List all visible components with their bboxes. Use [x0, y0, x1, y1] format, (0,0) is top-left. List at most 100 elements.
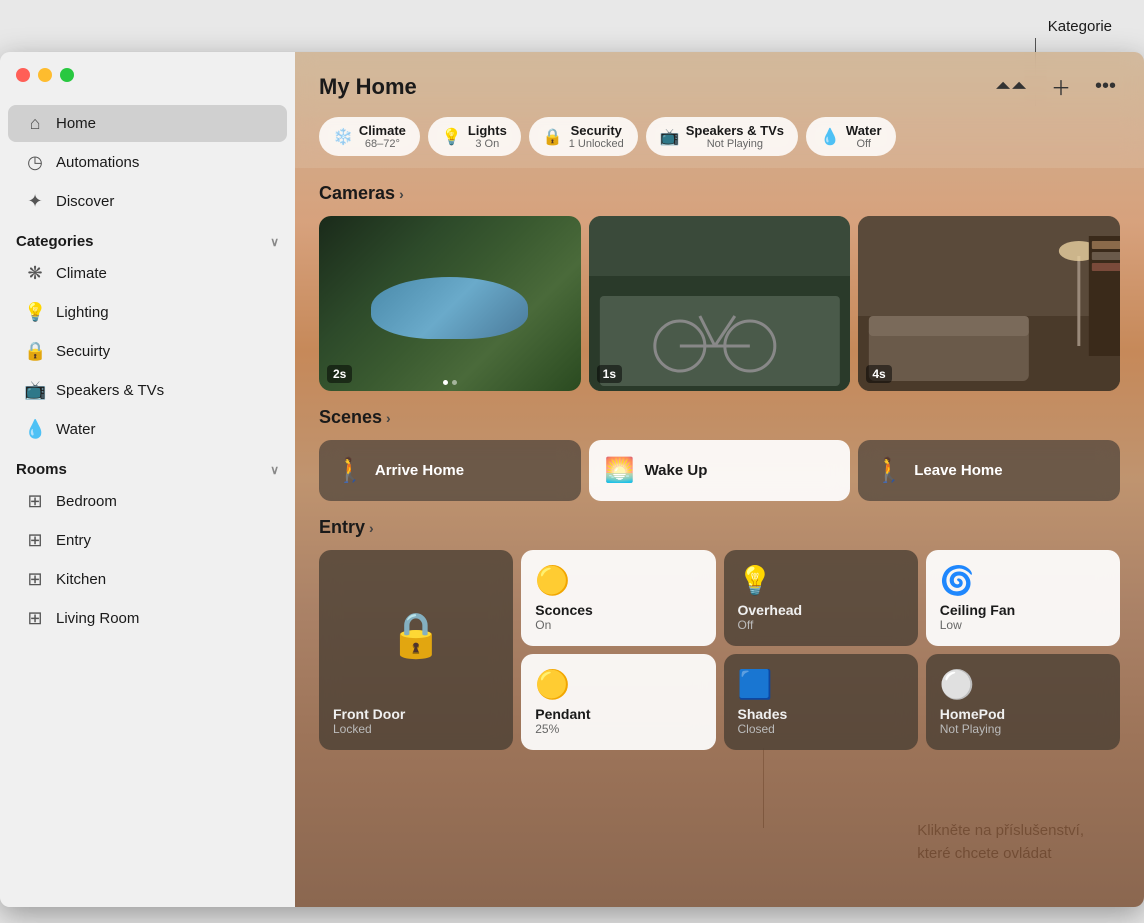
sidebar-item-home[interactable]: ⌂ Home	[8, 105, 287, 142]
sidebar-item-entry[interactable]: ⊞ Entry	[8, 522, 287, 559]
rooms-section: Rooms ∨	[0, 449, 295, 482]
kitchen-icon: ⊞	[24, 569, 46, 590]
scroll-content: Cameras › 2s	[295, 167, 1144, 907]
speakers-icon: 📺	[24, 380, 46, 401]
leave-home-icon: 🚶	[874, 456, 904, 485]
climate-chip-icon: ❄️	[333, 127, 353, 147]
sconces-name: Sconces	[535, 602, 701, 618]
camera-1[interactable]: 2s	[319, 216, 581, 391]
arrive-home-icon: 🚶	[335, 456, 365, 485]
categories-section: Categories ∨	[0, 221, 295, 254]
device-homepod[interactable]: ⚪ HomePod Not Playing	[926, 654, 1120, 750]
traffic-lights	[16, 68, 74, 82]
chip-security-sub: 1 Unlocked	[569, 138, 624, 150]
lighting-icon: 💡	[24, 302, 46, 323]
cam2-visual	[589, 216, 851, 391]
shades-status: Closed	[738, 722, 904, 736]
sidebar-item-climate[interactable]: ❋ Climate	[8, 255, 287, 292]
sidebar-bedroom-label: Bedroom	[56, 493, 117, 510]
sidebar-item-kitchen[interactable]: ⊞ Kitchen	[8, 561, 287, 598]
sidebar-security-label: Secuirty	[56, 343, 110, 360]
arrive-home-label: Arrive Home	[375, 462, 464, 479]
discover-icon: ✦	[24, 191, 46, 212]
header-actions: ⏶⏶ ＋ •••	[991, 68, 1120, 105]
waveform-button[interactable]: ⏶⏶	[991, 71, 1031, 102]
cameras-chevron[interactable]: ›	[399, 186, 404, 202]
chip-lights[interactable]: 💡 Lights 3 On	[428, 117, 521, 156]
kategorie-text: Kategorie	[1048, 18, 1112, 35]
scene-wake-up[interactable]: 🌅 Wake Up	[589, 440, 851, 501]
sconces-info: Sconces On	[535, 602, 701, 632]
scenes-chevron[interactable]: ›	[386, 410, 391, 426]
cam2-time: 1s	[597, 365, 622, 383]
device-pendant[interactable]: 🟡 Pendant 25%	[521, 654, 715, 750]
main-window: ⌂ Home ◷ Automations ✦ Discover Categori…	[0, 52, 1144, 907]
chip-water[interactable]: 💧 Water Off	[806, 117, 896, 156]
minimize-button[interactable]	[38, 68, 52, 82]
water-chip-icon: 💧	[820, 127, 840, 147]
sidebar-water-label: Water	[56, 421, 95, 438]
speakers-chip-icon: 📺	[660, 127, 680, 147]
entry-chevron[interactable]: ›	[369, 520, 374, 536]
chip-climate[interactable]: ❄️ Climate 68–72°	[319, 117, 420, 156]
front-door-status: Locked	[333, 722, 499, 736]
cam1-time: 2s	[327, 365, 352, 383]
sidebar-item-bedroom[interactable]: ⊞ Bedroom	[8, 483, 287, 520]
chip-security[interactable]: 🔒 Security 1 Unlocked	[529, 117, 638, 156]
camera-3[interactable]: 4s	[858, 216, 1120, 391]
sidebar-item-discover[interactable]: ✦ Discover	[8, 183, 287, 220]
sidebar-lighting-label: Lighting	[56, 304, 109, 321]
shades-name: Shades	[738, 706, 904, 722]
device-ceiling-fan[interactable]: 🌀 Ceiling Fan Low	[926, 550, 1120, 646]
bedroom-icon: ⊞	[24, 491, 46, 512]
leave-home-label: Leave Home	[914, 462, 1002, 479]
sconces-status: On	[535, 618, 701, 632]
homepod-info: HomePod Not Playing	[940, 706, 1106, 736]
scene-leave-home[interactable]: 🚶 Leave Home	[858, 440, 1120, 501]
sidebar-entry-label: Entry	[56, 532, 91, 549]
chip-lights-label: Lights	[468, 123, 507, 138]
device-sconces[interactable]: 🟡 Sconces On	[521, 550, 715, 646]
rooms-chevron[interactable]: ∨	[270, 463, 279, 477]
device-front-door[interactable]: 🔒 Front Door Locked	[319, 550, 513, 750]
sidebar-kitchen-label: Kitchen	[56, 571, 106, 588]
overhead-name: Overhead	[738, 602, 904, 618]
device-overhead[interactable]: 💡 Overhead Off	[724, 550, 918, 646]
scene-arrive-home[interactable]: 🚶 Arrive Home	[319, 440, 581, 501]
shades-icon: 🟦	[738, 668, 904, 701]
maximize-button[interactable]	[60, 68, 74, 82]
device-shades[interactable]: 🟦 Shades Closed	[724, 654, 918, 750]
home-icon: ⌂	[24, 113, 46, 134]
entry-label: Entry	[319, 517, 365, 538]
sidebar-item-security[interactable]: 🔒 Secuirty	[8, 333, 287, 370]
ceiling-fan-status: Low	[940, 618, 1106, 632]
entry-section-header: Entry ›	[319, 517, 1120, 538]
camera-2[interactable]: 1s	[589, 216, 851, 391]
page-title: My Home	[319, 74, 417, 100]
sidebar-item-water[interactable]: 💧 Water	[8, 411, 287, 448]
ceiling-fan-icon: 🌀	[940, 564, 1106, 597]
sconces-icon: 🟡	[535, 564, 701, 597]
front-door-name: Front Door	[333, 706, 499, 722]
sidebar-item-lighting[interactable]: 💡 Lighting	[8, 294, 287, 331]
cameras-row: 2s 1s	[319, 216, 1120, 391]
sidebar-item-living-room[interactable]: ⊞ Living Room	[8, 600, 287, 637]
sidebar-item-speakers-tvs[interactable]: 📺 Speakers & TVs	[8, 372, 287, 409]
security-icon: 🔒	[24, 341, 46, 362]
sidebar-item-automations[interactable]: ◷ Automations	[8, 144, 287, 181]
water-icon: 💧	[24, 419, 46, 440]
add-button[interactable]: ＋	[1047, 68, 1075, 105]
cam3-time: 4s	[866, 365, 891, 383]
pendant-status: 25%	[535, 722, 701, 736]
homepod-name: HomePod	[940, 706, 1106, 722]
entry-grid: 🔒 Front Door Locked 🟡 Sconces On	[319, 550, 1120, 750]
lights-chip-icon: 💡	[442, 127, 462, 147]
chip-climate-sub: 68–72°	[359, 138, 406, 150]
more-button[interactable]: •••	[1091, 71, 1120, 102]
cameras-label: Cameras	[319, 183, 395, 204]
rooms-label: Rooms	[16, 461, 67, 478]
chip-speakers-tvs[interactable]: 📺 Speakers & TVs Not Playing	[646, 117, 798, 156]
main-header: My Home ⏶⏶ ＋ •••	[295, 52, 1144, 117]
categories-chevron[interactable]: ∨	[270, 235, 279, 249]
close-button[interactable]	[16, 68, 30, 82]
